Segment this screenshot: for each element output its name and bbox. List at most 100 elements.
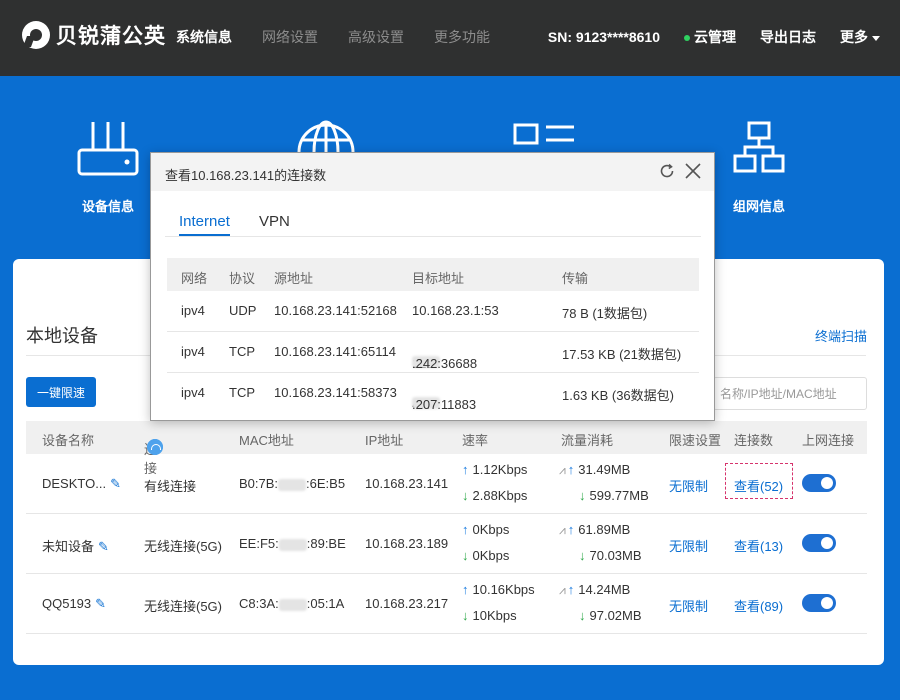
feature-list[interactable]	[512, 122, 576, 152]
redacted-block	[278, 478, 307, 491]
limit-setting-link[interactable]: 无限制	[669, 476, 708, 495]
device-name-text: 未知设备	[42, 539, 95, 554]
conn-protocol: TCP	[229, 385, 255, 400]
pencil-icon[interactable]: ✎	[110, 476, 121, 491]
col-transfer: 传输	[562, 271, 589, 286]
highlight-box	[725, 463, 793, 499]
traffic-down: ↓ 599.77MB	[579, 488, 649, 503]
conn-destination: 10.168.23.1:53	[412, 303, 499, 318]
trend-chart-icon[interactable]: ⩘	[559, 463, 566, 477]
ip-address: 10.168.23.141	[365, 476, 449, 491]
globe-icon	[297, 120, 355, 153]
col-protocol: 协议	[229, 271, 256, 286]
table-row: QQ5193 ✎ 无线连接(5G) C8:3A: :05:1A 10.168.23.…	[26, 574, 867, 634]
conn-transfer: 78 B (1数据包)	[562, 306, 648, 321]
device-name: DESKTO... ✎	[42, 476, 121, 492]
col-source: 源地址	[274, 271, 314, 286]
cloud-manage-label: 云管理	[694, 29, 736, 45]
redacted-block	[278, 598, 307, 611]
limit-setting-link[interactable]: 无限制	[669, 536, 708, 555]
download-rate-text: 0Kbps	[472, 548, 510, 563]
nav-advanced-settings[interactable]: 高级设置	[348, 27, 404, 47]
dest-suffix: .242:36688	[412, 356, 478, 371]
feature-device-info-label: 设备信息	[81, 199, 134, 214]
nav-system-info[interactable]: 系统信息	[176, 27, 232, 47]
dest-suffix: .207:11883	[412, 397, 477, 412]
connections-table-header: 网络 协议 源地址 目标地址 传输	[167, 258, 699, 291]
mac-suffix: :05:1A	[306, 596, 345, 611]
connect-type: 无线连接(5G)	[144, 539, 223, 554]
feature-network-globe[interactable]	[296, 118, 356, 154]
refresh-icon[interactable]	[659, 163, 675, 179]
one-click-limit-button[interactable]: 一键限速	[26, 377, 96, 407]
conn-protocol: TCP	[229, 344, 255, 359]
traffic-down-text: 599.77MB	[589, 488, 649, 503]
download-rate: ↓ 2.88Kbps	[462, 488, 527, 503]
view-connections-link[interactable]: 查看(13)	[734, 536, 783, 555]
traffic-up-text: 61.89MB	[578, 522, 631, 537]
logo-icon	[22, 21, 50, 49]
device-search-input[interactable]: 名称/IP地址/MAC地址	[713, 377, 867, 410]
internet-toggle[interactable]	[802, 474, 836, 492]
pencil-icon[interactable]: ✎	[95, 596, 106, 611]
pencil-icon[interactable]: ✎	[98, 539, 109, 554]
top-navbar: 贝锐蒲公英 系统信息 网络设置 高级设置 更多功能 SN: 9123****86…	[0, 0, 900, 76]
table-row: ipv4 UDP 10.168.23.141:52168 10.168.23.1…	[167, 291, 699, 332]
col-rate: 速率	[462, 433, 489, 448]
arrow-up-icon: ↑	[462, 462, 469, 477]
traffic-up-text: 31.49MB	[578, 462, 631, 477]
brand-logo[interactable]: 贝锐蒲公英	[22, 20, 166, 50]
table-row: ipv4 TCP 10.168.23.141:65114 120..242:36…	[167, 332, 699, 373]
more-label: 更多	[840, 29, 868, 45]
section-title: 本地设备	[26, 326, 98, 346]
ip-address: 10.168.23.217	[365, 596, 449, 611]
limit-setting-link[interactable]: 无限制	[669, 596, 708, 615]
export-log-link[interactable]: 导出日志	[760, 27, 816, 47]
upload-rate-text: 10.16Kbps	[472, 582, 535, 597]
conn-source: 10.168.23.141:52168	[274, 303, 397, 318]
trend-chart-icon[interactable]: ⩘	[559, 583, 566, 597]
top-right-tools: SN: 9123****8610 云管理 导出日志 更多	[548, 27, 880, 47]
topology-icon	[733, 121, 785, 173]
conn-source: 10.168.23.141:58373	[274, 385, 397, 400]
shield-icon[interactable]	[147, 439, 163, 455]
internet-toggle[interactable]	[802, 594, 836, 612]
device-name-text: DESKTO...	[42, 476, 107, 491]
nav-network-settings[interactable]: 网络设置	[262, 27, 318, 47]
col-network: 网络	[181, 271, 208, 286]
nav-more-features[interactable]: 更多功能	[434, 27, 490, 47]
terminal-scan-link[interactable]: 终端扫描	[815, 326, 867, 345]
close-icon[interactable]	[684, 162, 702, 180]
trend-chart-icon[interactable]: ⩘	[559, 523, 566, 537]
dialog-header: 查看10.168.23.141的连接数	[151, 153, 714, 191]
upload-rate: ↑ 0Kbps	[462, 522, 509, 537]
traffic-up: ⩘ ↑ 31.49MB	[559, 462, 630, 478]
col-device-name: 设备名称	[42, 433, 95, 448]
tab-vpn[interactable]: VPN	[259, 213, 290, 230]
arrow-down-icon: ↓	[462, 608, 469, 623]
arrow-down-icon: ↓	[579, 548, 586, 563]
conn-protocol: UDP	[229, 303, 257, 318]
conn-network: ipv4	[181, 344, 205, 359]
feature-network-info[interactable]: 组网信息	[726, 120, 792, 215]
more-menu[interactable]: 更多	[840, 27, 880, 47]
feature-device-info[interactable]: 设备信息	[72, 120, 144, 215]
download-rate-text: 10Kbps	[472, 608, 517, 623]
traffic-down: ↓ 70.03MB	[579, 548, 642, 563]
cloud-manage-link[interactable]: 云管理	[684, 27, 736, 47]
chevron-down-icon	[872, 35, 880, 41]
view-connections-link[interactable]: 查看(89)	[734, 596, 783, 615]
col-mac: MAC地址	[239, 433, 294, 448]
conn-network: ipv4	[181, 303, 205, 318]
device-name-text: QQ5193	[42, 596, 92, 611]
conn-transfer: 1.63 KB (36数据包)	[562, 388, 674, 403]
connect-type: 无线连接(5G)	[144, 599, 223, 614]
upload-rate-text: 1.12Kbps	[472, 462, 528, 477]
mac-prefix: B0:7B:	[239, 476, 279, 491]
mac-prefix: C8:3A:	[239, 596, 279, 611]
mac-address: C8:3A: :05:1A	[239, 596, 344, 611]
traffic-up: ⩘ ↑ 61.89MB	[559, 522, 630, 538]
internet-toggle[interactable]	[802, 534, 836, 552]
tab-internet[interactable]: Internet	[179, 213, 230, 236]
upload-rate: ↑ 10.16Kbps	[462, 582, 535, 597]
